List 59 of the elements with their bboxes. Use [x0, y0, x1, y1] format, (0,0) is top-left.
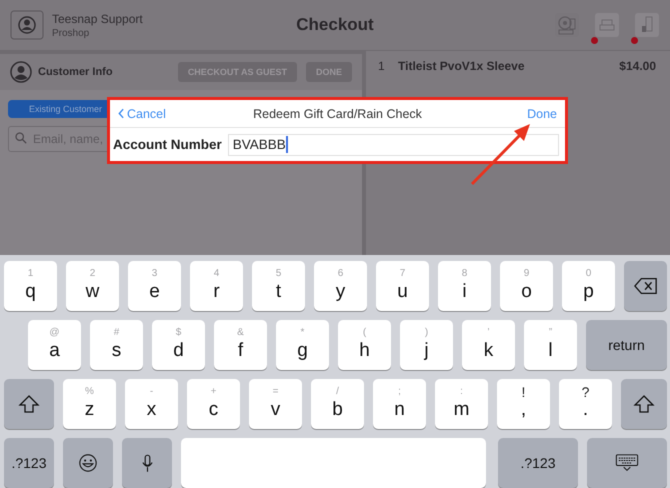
page-title: Checkout — [296, 15, 374, 35]
numbers-key[interactable]: .?123 — [498, 438, 578, 488]
keyboard-key[interactable]: 9 o — [500, 261, 553, 311]
alert-dot — [631, 37, 638, 44]
item-quantity: 1 — [378, 59, 386, 73]
shift-key[interactable] — [4, 379, 54, 429]
keyboard-key[interactable]: : m — [435, 379, 488, 429]
keyboard-key[interactable]: * g — [276, 320, 329, 370]
hide-keyboard-key[interactable] — [587, 438, 667, 488]
keyboard-icon — [615, 454, 639, 472]
keyboard-key[interactable]: ; n — [373, 379, 426, 429]
alert-dot — [591, 37, 598, 44]
keyboard-key[interactable]: 8 i — [438, 261, 491, 311]
keyboard-key[interactable]: 7 u — [376, 261, 429, 311]
keyboard-key[interactable]: + c — [187, 379, 240, 429]
microphone-icon — [142, 454, 152, 472]
user-role: Proshop — [52, 28, 90, 38]
keyboard-key[interactable]: ? . — [559, 379, 612, 429]
dialog-title: Redeem Gift Card/Rain Check — [253, 106, 422, 120]
backspace-key[interactable] — [624, 261, 667, 311]
backspace-icon — [634, 277, 658, 295]
keyboard-key[interactable]: ” l — [524, 320, 577, 370]
keyboard-key[interactable]: 2 w — [66, 261, 119, 311]
keyboard-key[interactable]: 0 p — [562, 261, 615, 311]
keyboard-key[interactable]: 5 t — [252, 261, 305, 311]
keyboard-key[interactable]: - x — [125, 379, 178, 429]
panel-title: Customer Info — [38, 66, 113, 78]
keyboard-key[interactable]: 3 e — [128, 261, 181, 311]
keyboard-key[interactable]: = v — [249, 379, 302, 429]
search-icon — [15, 132, 27, 144]
item-price: $14.00 — [619, 59, 656, 73]
keyboard-key[interactable]: 6 y — [314, 261, 367, 311]
keyboard-key[interactable]: ( h — [338, 320, 391, 370]
return-key[interactable]: return — [586, 320, 667, 370]
shift-arrow-icon — [632, 395, 656, 413]
item-name: Titleist PvoV1x Sleeve — [398, 59, 526, 73]
shift-key[interactable] — [621, 379, 667, 429]
dictation-key[interactable] — [122, 438, 172, 488]
keyboard-key[interactable]: / b — [311, 379, 364, 429]
field-label: Account Number — [113, 137, 222, 152]
keyboard-key[interactable]: # s — [90, 320, 143, 370]
chevron-left-icon — [118, 108, 124, 119]
keyboard-key[interactable]: & f — [214, 320, 267, 370]
user-name: Teesnap Support — [52, 12, 143, 26]
numbers-key[interactable]: .?123 — [4, 438, 54, 488]
keyboard-key[interactable]: ! , — [497, 379, 550, 429]
cash-drawer-icon[interactable] — [634, 12, 660, 38]
account-number-field[interactable]: BVABBB — [228, 134, 559, 156]
keyboard-key[interactable]: 1 q — [4, 261, 57, 311]
shift-arrow-icon — [17, 395, 41, 413]
person-icon — [10, 61, 32, 83]
user-avatar-icon[interactable] — [10, 10, 44, 40]
keyboard-key[interactable]: ’ k — [462, 320, 515, 370]
keyboard-key[interactable]: ) j — [400, 320, 453, 370]
emoji-key[interactable] — [63, 438, 113, 488]
keyboard-key[interactable]: $ d — [152, 320, 205, 370]
keyboard-key[interactable]: @ a — [28, 320, 81, 370]
keyboard-key[interactable]: % z — [63, 379, 116, 429]
keyboard-key[interactable]: 4 r — [190, 261, 243, 311]
